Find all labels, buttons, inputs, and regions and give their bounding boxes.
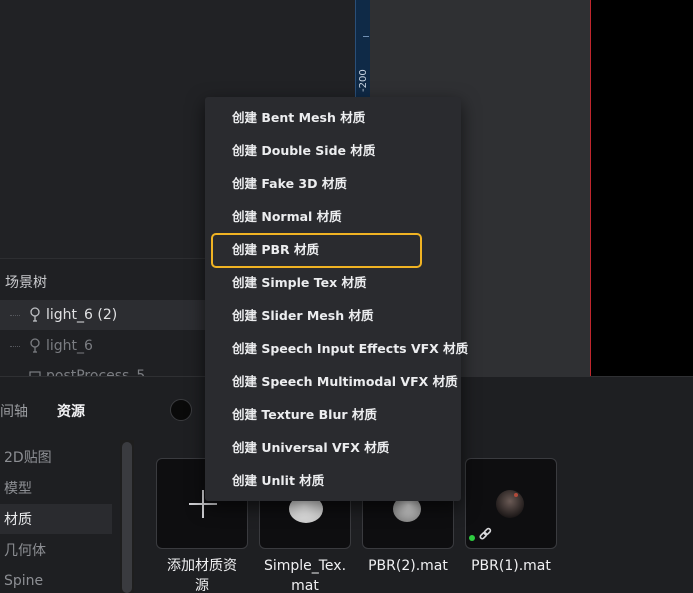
ruler-label: -200 <box>358 69 369 92</box>
menu-item-simple-tex[interactable]: 创建 Simple Tex 材质 <box>205 265 461 298</box>
category-label: 2D贴图 <box>4 450 52 466</box>
tree-guide <box>10 346 20 347</box>
category-scrollbar[interactable] <box>122 442 132 593</box>
scene-tree-title: 场景树 <box>5 275 47 291</box>
asset-label: PBR(1).mat <box>471 558 551 574</box>
color-swatch[interactable] <box>170 399 192 421</box>
menu-item-normal[interactable]: 创建 Normal 材质 <box>205 199 461 232</box>
category-spine[interactable]: Spine <box>0 566 112 593</box>
menu-item-universal-vfx[interactable]: 创建 Universal VFX 材质 <box>205 430 461 463</box>
category-2d-texture[interactable]: 2D贴图 <box>0 442 112 472</box>
tree-guide <box>10 315 20 316</box>
category-list: 2D贴图 模型 材质 几何体 Spine <box>0 440 120 593</box>
bulb-icon <box>30 338 40 353</box>
asset-label: PBR(2).mat <box>368 558 448 574</box>
menu-item-pbr[interactable]: 创建 PBR 材质 <box>205 232 461 265</box>
tab-assets[interactable]: 资源 <box>57 401 85 421</box>
category-geometry[interactable]: 几何体 <box>0 535 112 565</box>
tree-item-label: light_6 <box>46 338 93 354</box>
scene-tree-panel: 场景树 light_6 (2) light_6 post <box>0 258 215 384</box>
bulb-icon <box>30 307 40 322</box>
tree-item-light-6[interactable]: light_6 <box>0 331 215 361</box>
menu-item-fake-3d[interactable]: 创建 Fake 3D 材质 <box>205 166 461 199</box>
tree-item-label: light_6 (2) <box>46 307 118 323</box>
category-label: Spine <box>4 573 44 589</box>
asset-label: 添加材质资源 <box>167 558 237 593</box>
menu-item-slider-mesh[interactable]: 创建 Slider Mesh 材质 <box>205 298 461 331</box>
tree-item-light-6-2[interactable]: light_6 (2) <box>0 300 215 330</box>
menu-item-double-side[interactable]: 创建 Double Side 材质 <box>205 133 461 166</box>
app-window: -200 场景树 light_6 (2) light_6 间轴 资源 2D贴图 … <box>0 0 693 593</box>
menu-item-speech-multimodal[interactable]: 创建 Speech Multimodal VFX 材质 <box>205 364 461 397</box>
create-material-menu: 创建 Bent Mesh 材质 创建 Double Side 材质 创建 Fak… <box>205 97 468 501</box>
category-label: 几何体 <box>4 543 46 559</box>
asset-label: Simple_Tex. mat <box>263 558 347 593</box>
category-label: 材质 <box>4 512 32 528</box>
preview-panel[interactable] <box>590 0 693 376</box>
menu-item-bent-mesh[interactable]: 创建 Bent Mesh 材质 <box>205 100 461 133</box>
material-thumb-pbr-1[interactable] <box>465 458 557 549</box>
menu-item-speech-input-effects[interactable]: 创建 Speech Input Effects VFX 材质 <box>205 331 468 364</box>
tab-timeline[interactable]: 时间轴 <box>0 401 28 421</box>
ruler-tick <box>363 36 369 37</box>
category-label: 模型 <box>4 481 32 497</box>
category-model[interactable]: 模型 <box>0 473 112 503</box>
category-material[interactable]: 材质 <box>0 504 112 534</box>
menu-item-texture-blur[interactable]: 创建 Texture Blur 材质 <box>205 397 461 430</box>
sphere-preview <box>469 490 524 541</box>
plus-icon <box>202 490 204 518</box>
menu-item-unlit[interactable]: 创建 Unlit 材质 <box>205 463 461 496</box>
